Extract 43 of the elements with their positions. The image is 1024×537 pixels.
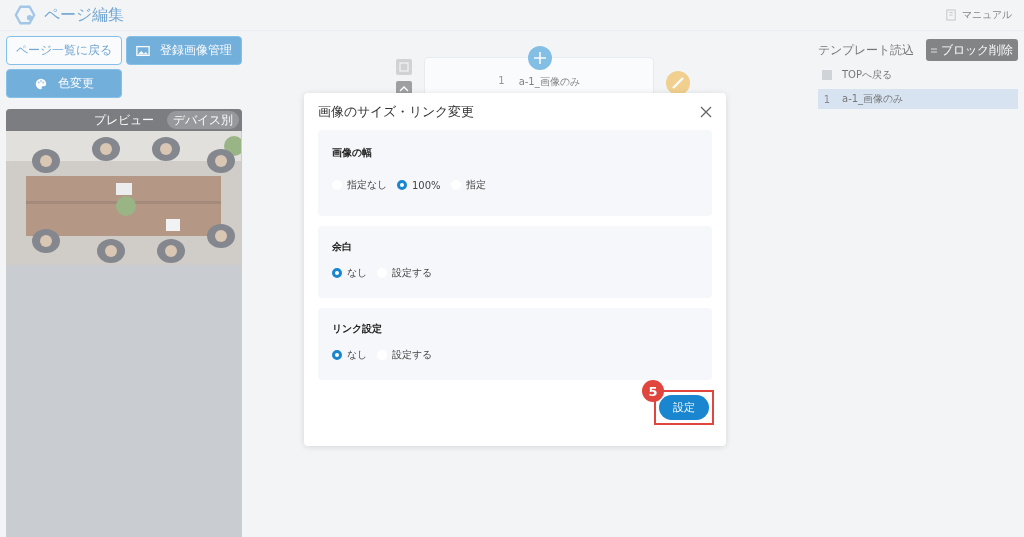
item-number: 1: [822, 93, 832, 105]
section-label: リンク設定: [332, 322, 383, 336]
manual-label: マニュアル: [962, 8, 1012, 22]
block-name: a-1_画像のみ: [518, 75, 580, 90]
item-marker: [822, 70, 832, 80]
dialog-title: 画像のサイズ・リンク変更: [318, 102, 474, 121]
delete-block-button[interactable]: ブロック削除: [926, 39, 1018, 61]
radio-option[interactable]: 設定する: [377, 348, 432, 362]
radio-option[interactable]: 指定なし: [332, 178, 387, 192]
add-icon[interactable]: [528, 46, 552, 70]
side-button[interactable]: ページ一覧に戻る: [6, 36, 122, 65]
radio-option[interactable]: 指定: [450, 178, 486, 192]
radio-circle[interactable]: [332, 268, 342, 278]
radio-circle[interactable]: [332, 350, 342, 360]
block-number: 1: [498, 75, 505, 88]
page-title: ページ編集: [44, 4, 124, 26]
radio-circle[interactable]: [397, 180, 407, 190]
document-icon: [946, 9, 956, 21]
radio-option[interactable]: 設定する: [377, 266, 432, 280]
device-button[interactable]: デバイス別: [167, 111, 239, 129]
side-button[interactable]: 色変更: [6, 69, 122, 98]
radio-option[interactable]: なし: [332, 348, 367, 362]
palette-icon: [34, 77, 48, 90]
section-label: 余白: [332, 240, 353, 254]
side-button[interactable]: 登録画像管理: [126, 36, 242, 65]
close-icon[interactable]: [700, 105, 712, 118]
item-label: a-1_画像のみ: [842, 92, 904, 106]
pencil-icon[interactable]: [666, 71, 690, 95]
copy-icon[interactable]: [396, 59, 412, 75]
item-label: TOPへ戻る: [842, 68, 892, 82]
section-label: 画像の幅: [332, 146, 373, 160]
menu-icon: [931, 47, 937, 53]
radio-option[interactable]: なし: [332, 266, 367, 280]
template-label: テンプレート読込: [818, 41, 914, 59]
preview-title: プレビュー: [94, 111, 154, 129]
radio-option[interactable]: 100%: [397, 178, 441, 192]
step-badge: 5: [642, 380, 664, 402]
block-list-item[interactable]: TOPへ戻る: [818, 65, 1018, 85]
submit-button[interactable]: 設定: [659, 395, 709, 420]
image-icon: [136, 44, 150, 57]
hexagon-logo-icon: [14, 4, 36, 26]
block-list-item[interactable]: 1 a-1_画像のみ: [818, 89, 1018, 109]
manual-link[interactable]: マニュアル: [946, 8, 1012, 22]
